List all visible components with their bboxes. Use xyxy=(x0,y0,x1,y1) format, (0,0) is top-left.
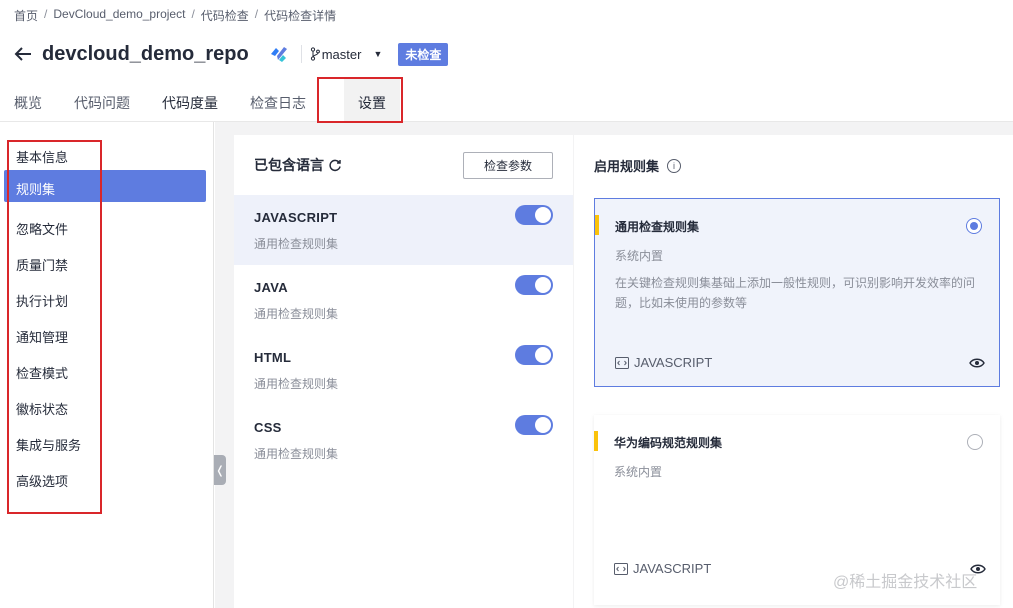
breadcrumb-separator: / xyxy=(254,7,259,21)
language-row-css[interactable]: CSS 通用检查规则集 xyxy=(234,405,573,475)
ruleset-radio[interactable] xyxy=(966,218,982,234)
sidebar-item-integrations[interactable]: 集成与服务 xyxy=(4,426,206,458)
language-toggle[interactable] xyxy=(515,345,553,365)
sidebar-item-ignore-files[interactable]: 忽略文件 xyxy=(4,210,206,242)
rulesets-title-text: 启用规则集 xyxy=(594,159,660,174)
language-ruleset: 通用检查规则集 xyxy=(254,307,339,321)
ruleset-card-general[interactable]: 通用检查规则集 系统内置 在关键检查规则集基础上添加一般性规则，可识别影响开发效… xyxy=(594,198,1000,387)
breadcrumb-code-check[interactable]: 代码检查 xyxy=(201,7,249,24)
breadcrumb-separator: / xyxy=(44,7,48,21)
info-icon[interactable]: i xyxy=(667,158,682,173)
tab-code-issues[interactable]: 代码问题 xyxy=(74,78,130,122)
sidebar-item-badge-status[interactable]: 徽标状态 xyxy=(4,390,206,422)
tab-check-logs[interactable]: 检查日志 xyxy=(250,78,306,122)
ruleset-source: 系统内置 xyxy=(615,249,664,263)
language-row-javascript[interactable]: JAVASCRIPT 通用检查规则集 xyxy=(234,195,573,265)
ruleset-radio[interactable] xyxy=(967,434,983,450)
breadcrumb-separator: / xyxy=(191,7,195,21)
language-name: HTML xyxy=(254,350,292,365)
language-toggle[interactable] xyxy=(515,275,553,295)
breadcrumb-project[interactable]: DevCloud_demo_project xyxy=(53,7,185,24)
ruleset-description: 在关键检查规则集基础上添加一般性规则，可识别影响开发效率的问题，比如未使用的参数… xyxy=(615,276,976,310)
languages-title-text: 已包含语言 xyxy=(254,157,324,173)
ruleset-title: 通用检查规则集 xyxy=(615,220,700,234)
sidebar-item-rulesets[interactable]: 规则集 xyxy=(4,170,206,202)
language-ruleset: 通用检查规则集 xyxy=(254,447,339,461)
sidebar-item-notifications[interactable]: 通知管理 xyxy=(4,318,206,350)
collapse-sidebar-icon[interactable]: ❬ xyxy=(214,455,226,485)
tab-overview[interactable]: 概览 xyxy=(14,78,42,122)
ruleset-language-text: JAVASCRIPT xyxy=(633,561,712,576)
rulesets-panel: 启用规则集 i 通用检查规则集 系统内置 在关键检查规则集基础上添加一般性规则，… xyxy=(574,135,1013,608)
language-toggle[interactable] xyxy=(515,415,553,435)
divider xyxy=(300,45,302,63)
language-name: JAVA xyxy=(254,280,288,295)
code-icon xyxy=(614,562,628,575)
eye-icon[interactable] xyxy=(969,357,985,369)
status-badge: 未检查 xyxy=(398,42,449,66)
ruleset-language-text: JAVASCRIPT xyxy=(634,355,713,370)
language-toggle[interactable] xyxy=(515,205,553,225)
language-name: CSS xyxy=(254,420,282,435)
language-row-java[interactable]: JAVA 通用检查规则集 xyxy=(234,265,573,335)
branch-icon xyxy=(310,47,320,61)
sidebar-item-advanced[interactable]: 高级选项 xyxy=(4,462,206,494)
ruleset-language: JAVASCRIPT xyxy=(615,355,712,370)
rulesets-title: 启用规则集 i xyxy=(594,156,682,175)
tab-code-metrics[interactable]: 代码度量 xyxy=(162,78,218,122)
sidebar-item-check-mode[interactable]: 检查模式 xyxy=(4,354,206,386)
language-ruleset: 通用检查规则集 xyxy=(254,237,339,251)
sidebar-item-quality-gate[interactable]: 质量门禁 xyxy=(4,246,206,278)
languages-title: 已包含语言 xyxy=(254,155,342,175)
branch-name: master xyxy=(321,46,362,62)
sidebar-item-basic-info[interactable]: 基本信息 xyxy=(4,138,206,170)
back-arrow-icon[interactable] xyxy=(12,43,34,65)
branch-selector[interactable]: master ▼ xyxy=(310,46,383,62)
breadcrumb: 首页 / DevCloud_demo_project / 代码检查 / 代码检查… xyxy=(14,7,336,24)
ruleset-language: JAVASCRIPT xyxy=(614,561,711,576)
tab-settings[interactable]: 设置 xyxy=(344,78,400,122)
language-ruleset: 通用检查规则集 xyxy=(254,377,339,391)
settings-sidebar: 基本信息 规则集 忽略文件 质量门禁 执行计划 通知管理 检查模式 徽标状态 集… xyxy=(0,122,214,608)
watermark: @稀土掘金技术社区 xyxy=(833,574,978,591)
ruleset-title: 华为编码规范规则集 xyxy=(614,436,723,450)
sidebar-item-schedule[interactable]: 执行计划 xyxy=(4,282,206,314)
codearts-logo-icon xyxy=(269,43,291,65)
breadcrumb-current: 代码检查详情 xyxy=(264,9,337,23)
caret-down-icon: ▼ xyxy=(373,49,383,59)
tab-bar: 概览 代码问题 代码度量 检查日志 设置 xyxy=(14,78,400,122)
language-name: JAVASCRIPT xyxy=(254,210,338,225)
languages-panel: 已包含语言 检查参数 JAVASCRIPT 通用检查规则集 JAVA 通用检查规… xyxy=(234,135,573,608)
code-icon xyxy=(615,356,629,369)
refresh-icon[interactable] xyxy=(328,158,342,172)
ruleset-source: 系统内置 xyxy=(614,465,663,479)
check-params-button[interactable]: 检查参数 xyxy=(463,152,553,179)
language-row-html[interactable]: HTML 通用检查规则集 xyxy=(234,335,573,405)
breadcrumb-home[interactable]: 首页 xyxy=(14,7,38,24)
ruleset-accent-bar xyxy=(594,431,598,451)
ruleset-accent-bar xyxy=(595,215,599,235)
repo-header: devcloud_demo_repo master ▼ 未检查 xyxy=(12,38,449,70)
repo-title: devcloud_demo_repo xyxy=(42,42,249,65)
